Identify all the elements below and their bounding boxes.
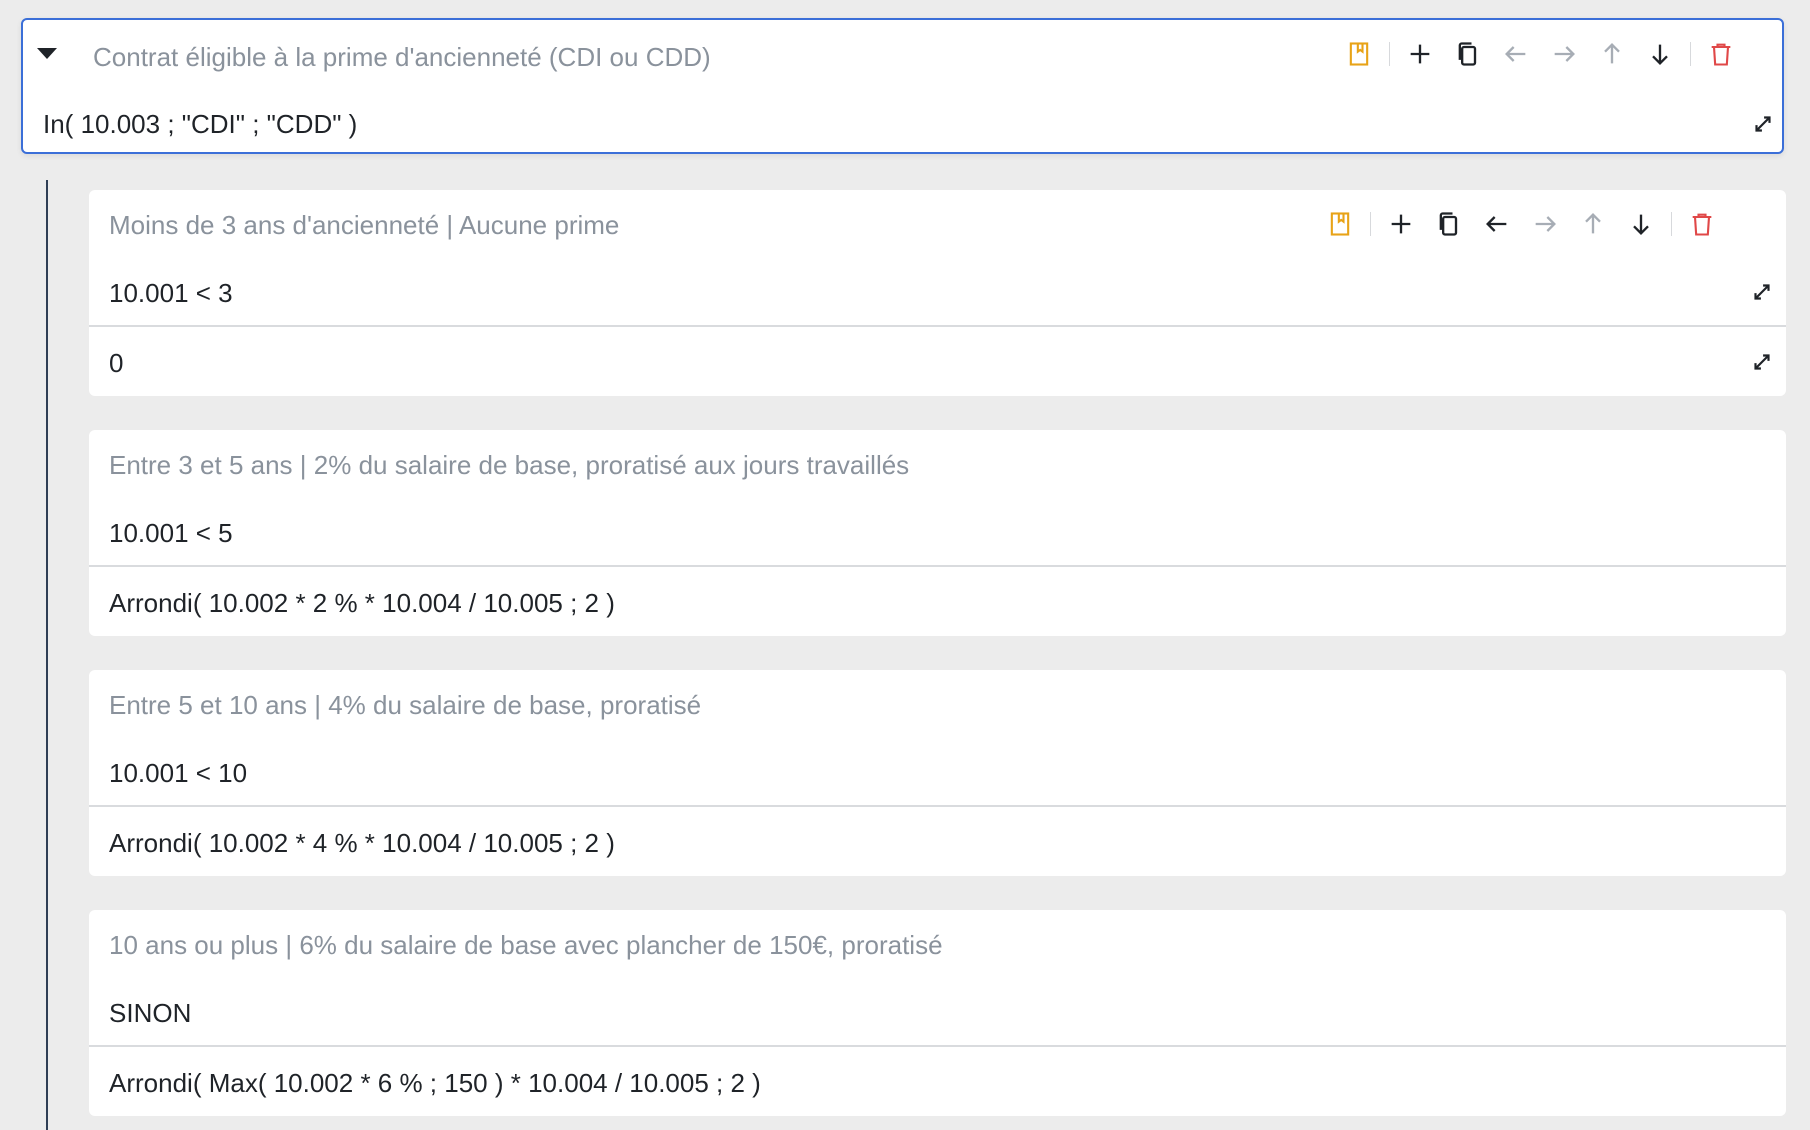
- parent-rule-title[interactable]: Contrat éligible à la prime d'ancienneté…: [93, 42, 711, 73]
- child-rule-title[interactable]: Moins de 3 ans d'ancienneté | Aucune pri…: [109, 210, 619, 241]
- parent-rule-condition[interactable]: In( 10.003 ; "CDI" ; "CDD" ): [43, 109, 357, 140]
- child-rule-result[interactable]: Arrondi( Max( 10.002 * 6 % ; 150 ) * 10.…: [109, 1068, 761, 1099]
- delete-rule-button[interactable]: [1678, 204, 1726, 244]
- duplicate-rule-button[interactable]: [1425, 204, 1473, 244]
- child-rule-condition[interactable]: 10.001 < 5: [109, 518, 233, 549]
- expand-editor-icon[interactable]: [1749, 349, 1775, 375]
- indent-arrow-right-icon: [1540, 34, 1588, 74]
- child-rule-result[interactable]: 0: [109, 348, 123, 379]
- duplicate-rule-button[interactable]: [1444, 34, 1492, 74]
- toolbar-separator: [1671, 212, 1672, 236]
- expand-editor-icon[interactable]: [1750, 111, 1776, 137]
- toolbar-separator: [1690, 42, 1691, 66]
- child-rule-title[interactable]: Entre 5 et 10 ans | 4% du salaire de bas…: [109, 690, 701, 721]
- row-divider: [89, 565, 1786, 567]
- collapse-caret-icon[interactable]: [37, 48, 57, 59]
- row-divider: [89, 325, 1786, 327]
- child-rule-title[interactable]: 10 ans ou plus | 6% du salaire de base a…: [109, 930, 943, 961]
- child-rule-result[interactable]: Arrondi( 10.002 * 2 % * 10.004 / 10.005 …: [109, 588, 615, 619]
- row-divider: [89, 1045, 1786, 1047]
- bookmark-icon[interactable]: [1335, 34, 1383, 74]
- row-divider: [89, 805, 1786, 807]
- child-rule-toolbar: [1316, 204, 1726, 244]
- move-up-arrow-icon: [1588, 34, 1636, 74]
- child-rule-title[interactable]: Entre 3 et 5 ans | 2% du salaire de base…: [109, 450, 909, 481]
- outdent-button[interactable]: [1473, 204, 1521, 244]
- child-rule-card[interactable]: 10 ans ou plus | 6% du salaire de base a…: [89, 910, 1786, 1116]
- tree-guide-line: [46, 180, 48, 1130]
- child-rule-condition[interactable]: 10.001 < 3: [109, 278, 233, 309]
- child-rule-condition[interactable]: SINON: [109, 998, 191, 1029]
- delete-rule-button[interactable]: [1697, 34, 1745, 74]
- parent-rule-toolbar: [1335, 34, 1745, 74]
- indent-arrow-right-icon: [1521, 204, 1569, 244]
- move-down-button[interactable]: [1636, 34, 1684, 74]
- add-rule-button[interactable]: [1396, 34, 1444, 74]
- bookmark-icon[interactable]: [1316, 204, 1364, 244]
- child-rule-card[interactable]: Entre 3 et 5 ans | 2% du salaire de base…: [89, 430, 1786, 636]
- outdent-arrow-left-icon: [1492, 34, 1540, 74]
- toolbar-separator: [1389, 42, 1390, 66]
- add-rule-button[interactable]: [1377, 204, 1425, 244]
- child-rule-card[interactable]: Entre 5 et 10 ans | 4% du salaire de bas…: [89, 670, 1786, 876]
- child-rule-result[interactable]: Arrondi( 10.002 * 4 % * 10.004 / 10.005 …: [109, 828, 615, 859]
- expand-editor-icon[interactable]: [1749, 279, 1775, 305]
- move-up-arrow-icon: [1569, 204, 1617, 244]
- parent-rule-card[interactable]: Contrat éligible à la prime d'ancienneté…: [21, 18, 1784, 154]
- child-rule-condition[interactable]: 10.001 < 10: [109, 758, 247, 789]
- child-rule-card[interactable]: Moins de 3 ans d'ancienneté | Aucune pri…: [89, 190, 1786, 396]
- toolbar-separator: [1370, 212, 1371, 236]
- move-down-button[interactable]: [1617, 204, 1665, 244]
